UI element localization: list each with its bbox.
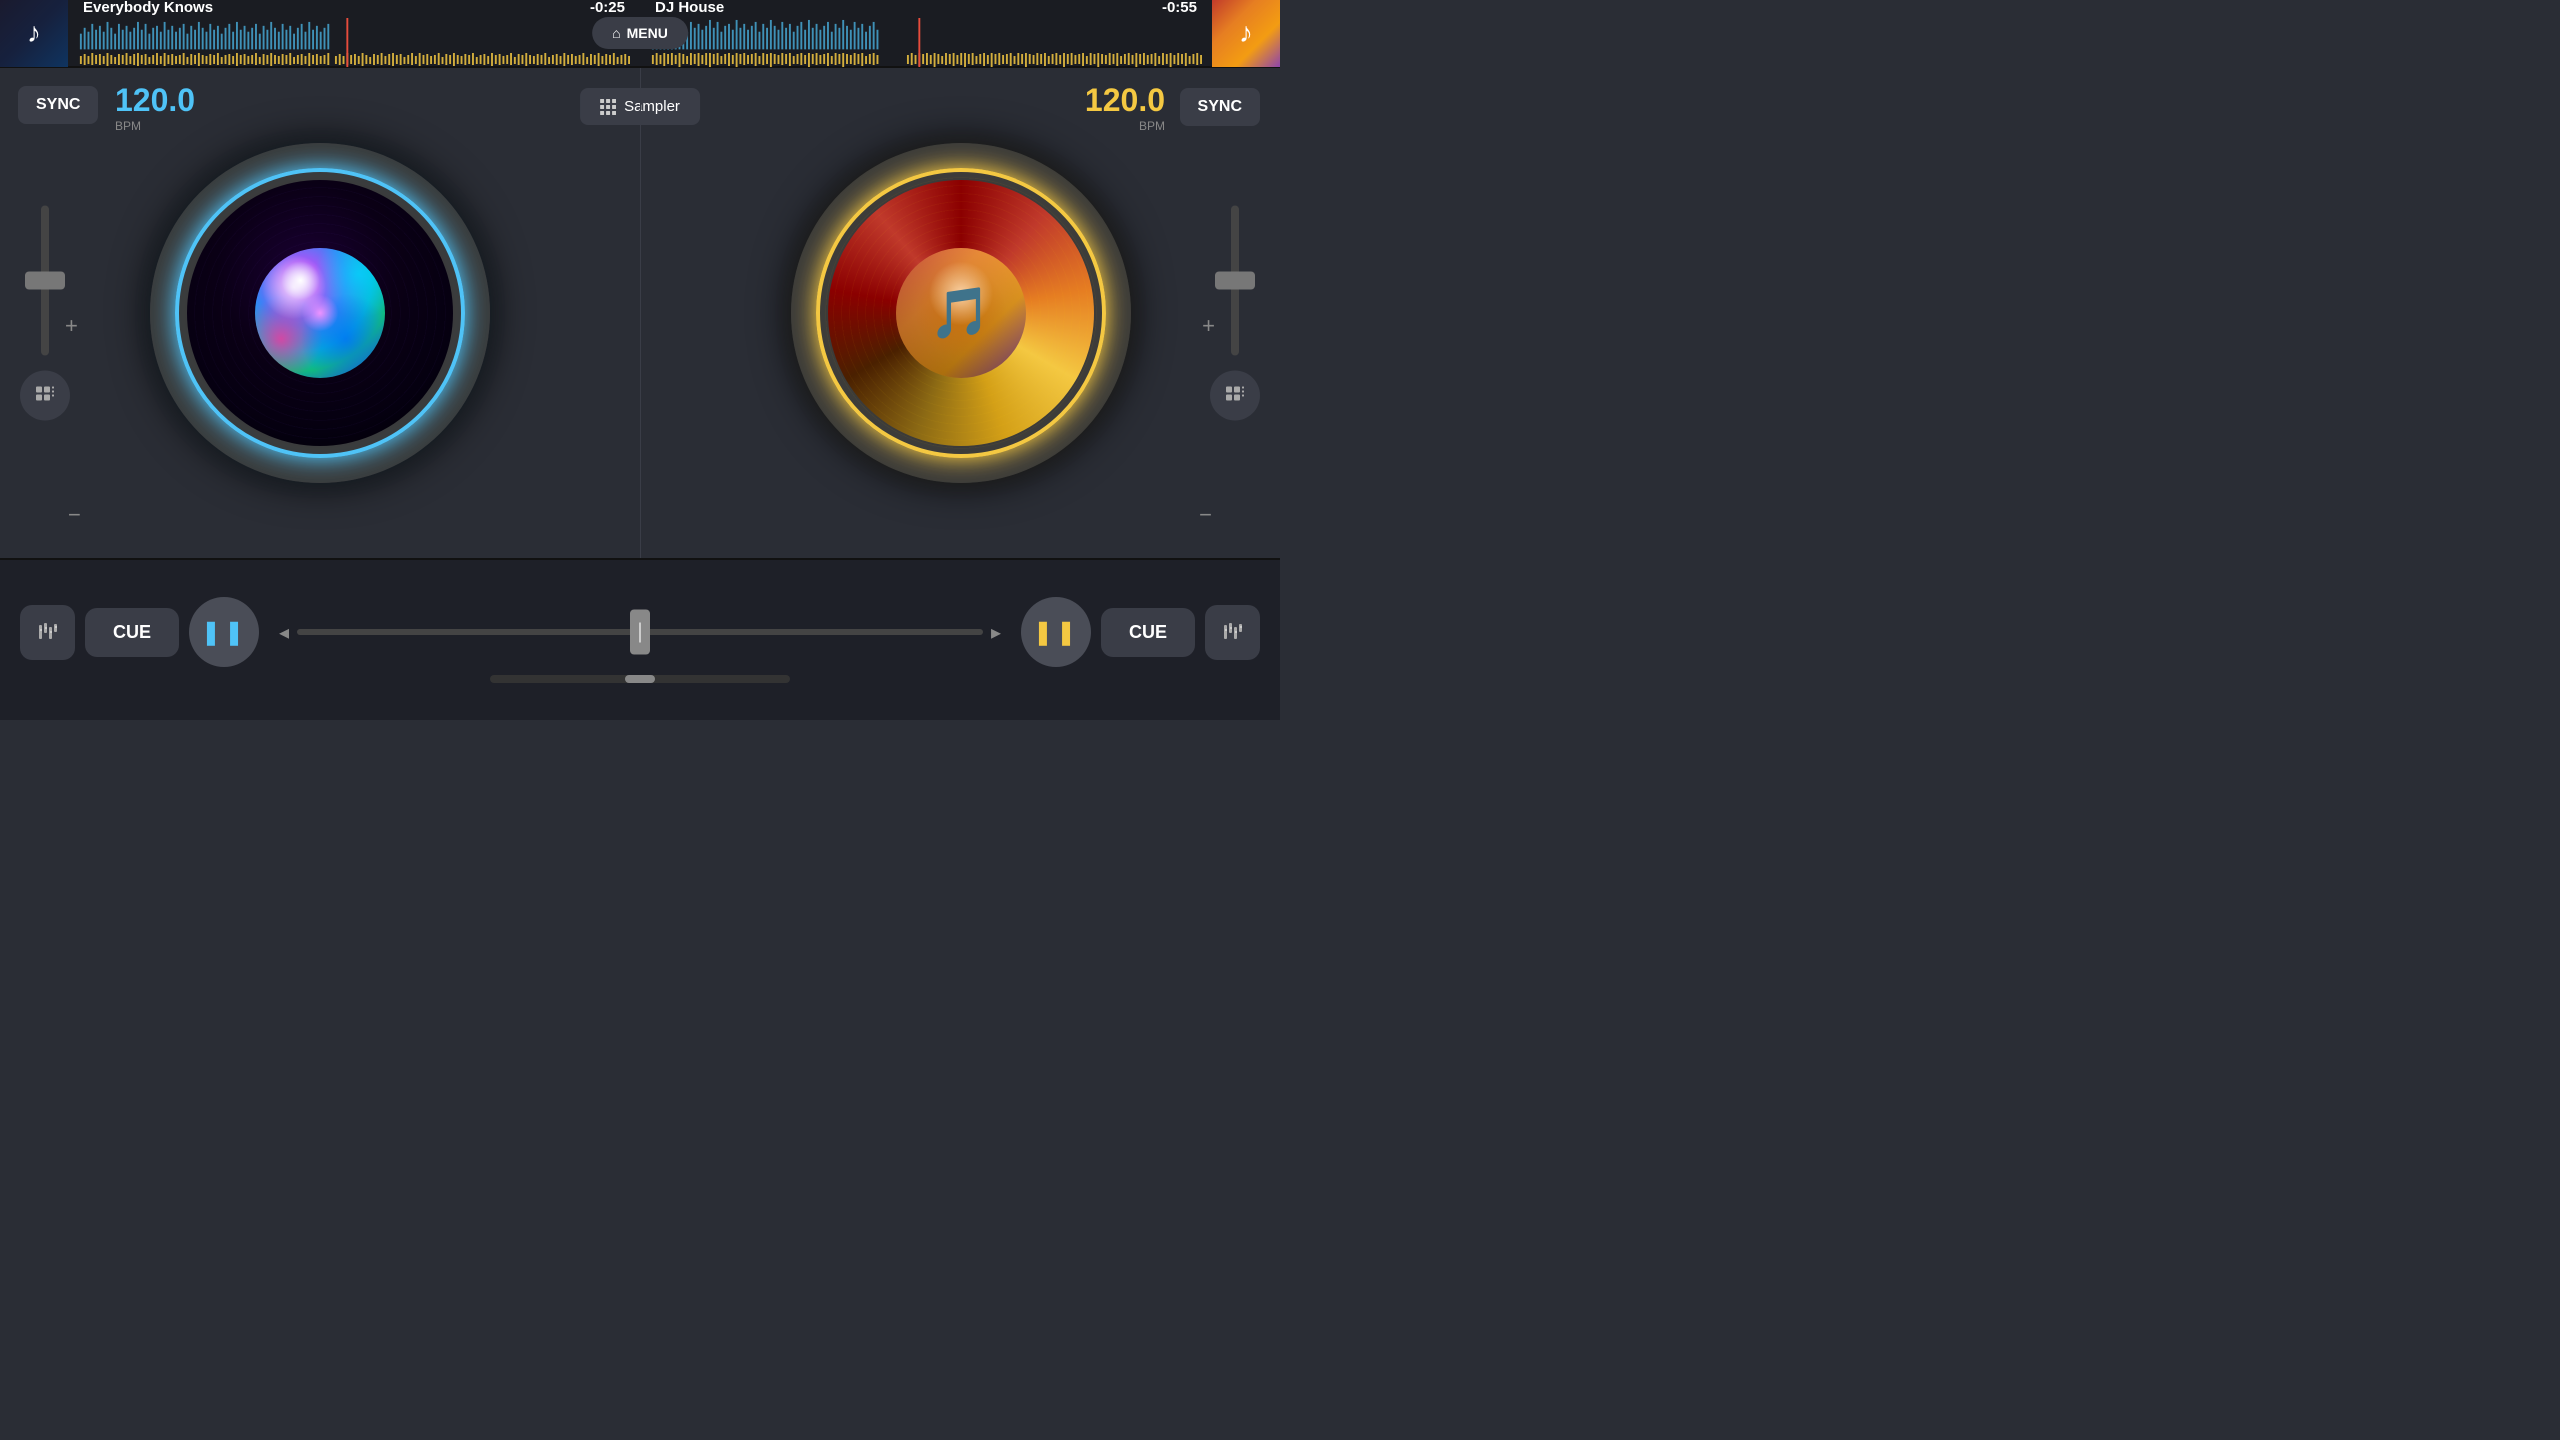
grid-button-left[interactable] — [20, 371, 70, 421]
bpm-value-right: 120.0 — [1085, 82, 1165, 119]
music-icon-right: ♪ — [1239, 17, 1253, 49]
music-icon-left: ♪ — [27, 17, 41, 49]
pitch-slider-left[interactable] — [41, 206, 49, 356]
cue-button-left[interactable]: CUE — [85, 608, 179, 657]
crossfader-arrow-right[interactable]: ▸ — [991, 620, 1001, 645]
crossfader-line — [639, 622, 641, 642]
scroll-track[interactable] — [490, 675, 790, 683]
turntable-left[interactable] — [150, 143, 490, 483]
home-icon: ⌂ — [612, 25, 620, 41]
album-art-left[interactable]: ♪ — [0, 0, 68, 67]
crossfader-thumb[interactable] — [630, 610, 650, 655]
waveform-display-right — [650, 18, 1202, 53]
top-bar: ♪ Everybody Knows -0:25 — [0, 0, 1280, 68]
track-time-left: -0:25 — [590, 0, 625, 16]
right-deck: SYNC 120.0 BPM — [640, 68, 1280, 558]
pitch-thumb-left[interactable] — [25, 272, 65, 290]
right-pitch-controls — [1210, 206, 1260, 421]
crossfader-arrow-left[interactable]: ◂ — [279, 620, 289, 645]
left-pitch-controls — [20, 206, 70, 421]
pause-icon-right: ❚❚ — [1033, 618, 1079, 647]
bpm-label-left: BPM — [115, 119, 195, 133]
bpm-display-right: 120.0 BPM — [1085, 82, 1165, 133]
minus-button-left[interactable]: − — [68, 502, 81, 528]
eq-button-right[interactable] — [1205, 605, 1260, 660]
crossfader-track[interactable] — [297, 629, 983, 635]
bottom-controls-row: CUE ❚❚ ◂ ▸ ❚❚ CUE — [20, 597, 1260, 667]
bottom-bar: CUE ❚❚ ◂ ▸ ❚❚ CUE — [0, 558, 1280, 720]
cue-button-right[interactable]: CUE — [1101, 608, 1195, 657]
album-art-right[interactable]: ♪ — [1212, 0, 1280, 67]
eq-button-left[interactable] — [20, 605, 75, 660]
plus-button-right[interactable]: + — [1202, 313, 1215, 339]
track-title-right: DJ House — [655, 0, 724, 16]
track-title-left: Everybody Knows — [83, 0, 213, 16]
grid-button-right[interactable] — [1210, 371, 1260, 421]
eq-icon-left — [37, 621, 59, 643]
bpm-display-left: 120.0 BPM — [115, 82, 195, 133]
left-deck: SYNC 120.0 BPM — [0, 68, 640, 558]
turntable-right[interactable]: 🎵 — [791, 143, 1131, 483]
waveform-right: DJ House -0:55 — [640, 0, 1212, 67]
crossfader-area: ◂ ▸ — [269, 620, 1011, 645]
waveform-left: Everybody Knows -0:25 — [68, 0, 640, 67]
bpm-label-right: BPM — [1085, 119, 1165, 133]
pause-button-right[interactable]: ❚❚ — [1021, 597, 1091, 667]
scroll-thumb[interactable] — [625, 675, 655, 683]
bpm-value-left: 120.0 — [115, 82, 195, 119]
sync-button-right[interactable]: SYNC — [1180, 88, 1260, 126]
plus-button-left[interactable]: + — [65, 313, 78, 339]
track-time-right: -0:55 — [1162, 0, 1197, 16]
main-area: SYNC 120.0 BPM — [0, 68, 1280, 558]
eq-icon-right — [1222, 621, 1244, 643]
vinyl-inner-right: 🎵 — [828, 180, 1094, 446]
pitch-slider-right[interactable] — [1231, 206, 1239, 356]
vinyl-inner-left — [187, 180, 453, 446]
minus-button-right[interactable]: − — [1199, 502, 1212, 528]
waveform-display-left — [78, 18, 630, 53]
pause-button-left[interactable]: ❚❚ — [189, 597, 259, 667]
pause-icon-left: ❚❚ — [201, 618, 247, 647]
album-face-right: 🎵 — [896, 248, 1026, 378]
sync-button-left[interactable]: SYNC — [18, 86, 98, 124]
album-splash-left — [255, 248, 385, 378]
menu-button[interactable]: ⌂ MENU — [592, 17, 688, 49]
grid-sampler-icon — [600, 99, 616, 115]
menu-label: MENU — [627, 25, 668, 41]
pitch-thumb-right[interactable] — [1215, 272, 1255, 290]
